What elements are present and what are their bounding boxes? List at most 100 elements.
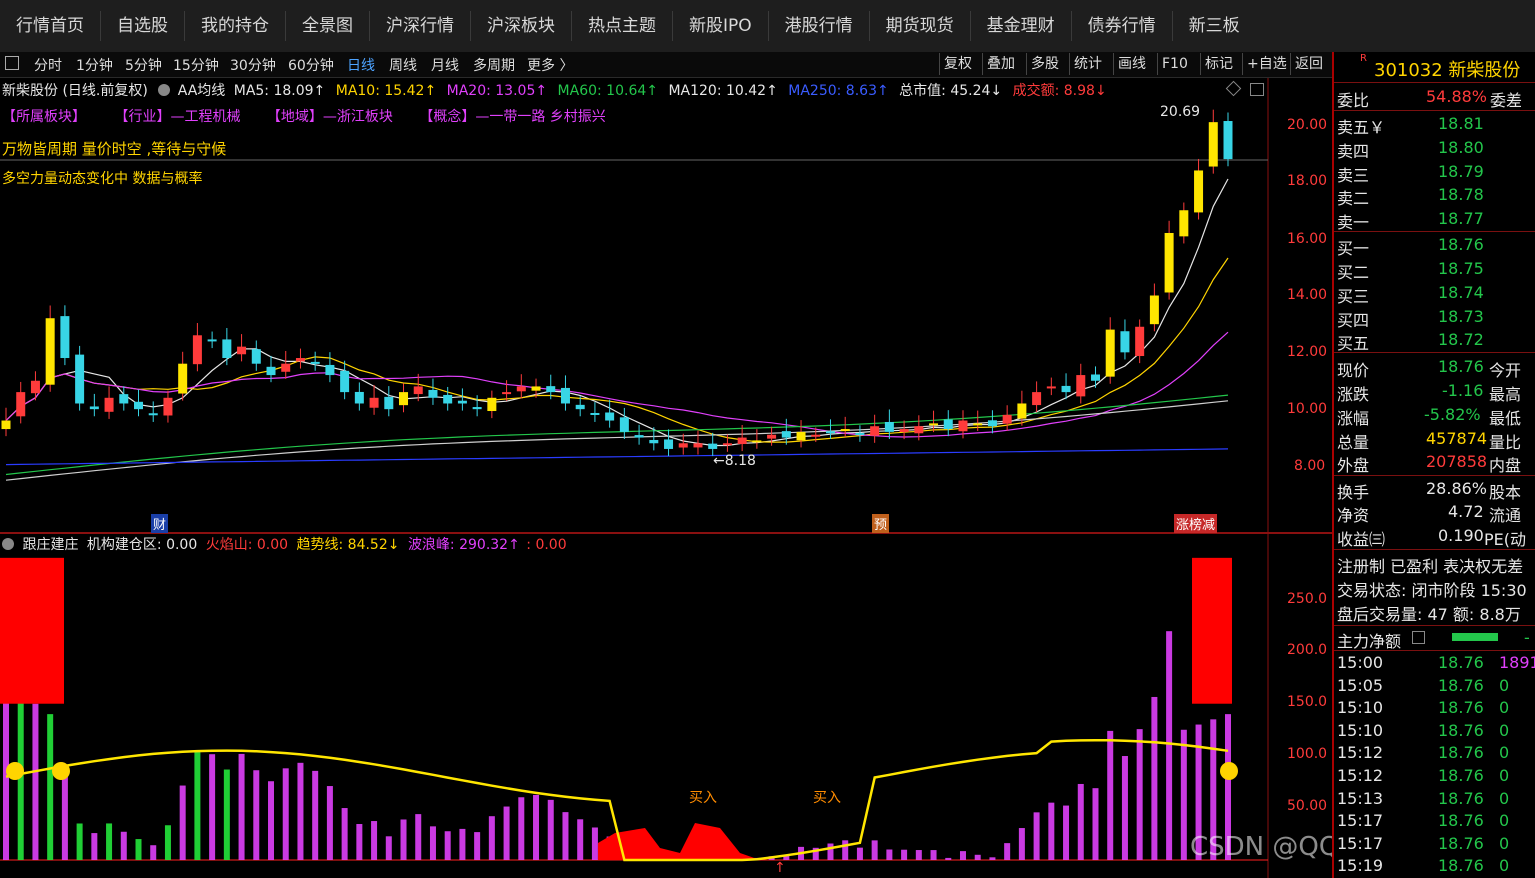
period-daily[interactable]: 日线 (347, 55, 375, 75)
kline-chart[interactable] (0, 78, 1332, 878)
period-1min[interactable]: 1分钟 (76, 55, 113, 75)
tick-time: 15:12 (1337, 766, 1384, 785)
candle-body (1149, 295, 1159, 325)
period-30min[interactable]: 30分钟 (230, 55, 276, 75)
stat-label: 总量 (1337, 433, 1370, 452)
ranking-marker[interactable]: 涨榜减 (1174, 514, 1218, 533)
weibi-label: 委比 (1337, 91, 1370, 110)
draw-button[interactable]: 画线 (1113, 53, 1150, 75)
candle-body (251, 349, 261, 364)
nav-ipo[interactable]: 新股IPO (673, 11, 769, 41)
stock-title[interactable]: 301032 新柴股份 (1374, 56, 1520, 82)
indicator-bar (1033, 812, 1040, 860)
buy-signal-2: 买入 (813, 790, 841, 806)
stat-value: 28.86% (1426, 479, 1488, 498)
indicator-bar (474, 832, 481, 860)
tick-volume: 0 (1499, 811, 1510, 831)
indicator-bar (312, 770, 319, 860)
period-15min[interactable]: 15分钟 (173, 55, 219, 75)
stat-value: 18.76 (1438, 357, 1484, 376)
back-button[interactable]: 返回 (1290, 53, 1327, 75)
stat-label-2: PE(动 (1484, 530, 1527, 549)
period-monthly[interactable]: 月线 (431, 55, 459, 75)
candle-body (929, 423, 939, 426)
indicator-bar (429, 826, 436, 860)
candle-body (148, 413, 158, 416)
indicator-settings-icon[interactable] (2, 538, 14, 550)
period-multi[interactable]: 多周期 (473, 55, 515, 75)
nav-hk[interactable]: 港股行情 (769, 11, 870, 41)
indicator-bar (886, 849, 893, 860)
candle-body (1090, 374, 1100, 381)
period-more[interactable]: 更多 〉 (527, 55, 573, 75)
quote-panel: R 301032 新柴股份 委比 54.88% 委差 卖五￥ 18.81 卖四 18… (1332, 52, 1535, 878)
indicator-bar (1092, 788, 1099, 860)
add-watch-button[interactable]: +自选 (1242, 53, 1291, 75)
main-net-label[interactable]: 主力净额 (1337, 628, 1401, 652)
stat-value: 207858 (1426, 452, 1488, 471)
nav-watchlist[interactable]: 自选股 (101, 11, 185, 41)
candle-body (163, 397, 173, 416)
tick-time: 15:00 (1337, 653, 1384, 672)
overlay-button[interactable]: 叠加 (982, 53, 1019, 75)
indicator-bar (930, 850, 937, 860)
stat-label-2: 股本 (1489, 483, 1522, 502)
mark-button[interactable]: 标记 (1200, 53, 1237, 75)
period-weekly[interactable]: 周线 (389, 55, 417, 75)
sidebar-toggle-icon[interactable] (5, 56, 19, 70)
candle-body (781, 431, 791, 438)
nav-bonds[interactable]: 债券行情 (1072, 11, 1173, 41)
buy-price: 18.76 (1438, 235, 1484, 254)
period-5min[interactable]: 5分钟 (125, 55, 162, 75)
info-line-1: 注册制 已盈利 表决权无差 (1337, 557, 1524, 576)
candle-body (590, 412, 600, 415)
stat-value: -5.82% (1424, 405, 1481, 424)
stats-button[interactable]: 统计 (1069, 53, 1106, 75)
nav-funds[interactable]: 基金理财 (971, 11, 1072, 41)
stat-label: 外盘 (1337, 456, 1370, 475)
candle-body (516, 386, 526, 392)
stat-label-2: 最高 (1489, 385, 1522, 404)
candle-body (649, 439, 659, 444)
nav-hot-topics[interactable]: 热点主题 (572, 11, 673, 41)
candle-body (987, 420, 997, 427)
list-icon[interactable] (1412, 631, 1425, 644)
forecast-marker[interactable]: 预 (872, 514, 890, 533)
candle-body (1164, 232, 1174, 293)
nav-sectors[interactable]: 沪深板块 (471, 11, 572, 41)
nav-a-share[interactable]: 沪深行情 (370, 11, 471, 41)
candle-body (1076, 375, 1086, 397)
nav-holdings[interactable]: 我的持仓 (185, 11, 286, 41)
candle-body (870, 426, 880, 436)
candle-body (619, 417, 629, 432)
indicator-name[interactable]: 跟庄建庄 (22, 537, 78, 553)
indicator-tail: : 0.00 (526, 537, 567, 553)
f10-button[interactable]: F10 (1157, 53, 1192, 75)
finance-marker[interactable]: 财 (151, 514, 169, 533)
candle-body (207, 339, 217, 342)
sell-price: 18.77 (1438, 209, 1484, 228)
sell-label: 卖一 (1337, 213, 1370, 232)
indicator-bar (945, 857, 952, 860)
period-intraday[interactable]: 分时 (34, 55, 62, 75)
indicator-blf: 波浪峰: 290.32↑ (407, 537, 520, 553)
nav-home[interactable]: 行情首页 (0, 11, 101, 41)
multi-stock-button[interactable]: 多股 (1026, 53, 1063, 75)
tick-time: 15:05 (1337, 675, 1384, 695)
period-60min[interactable]: 60分钟 (288, 55, 334, 75)
weibi-value: 54.88% (1426, 87, 1488, 106)
candle-body (1194, 170, 1204, 213)
indicator-bar (400, 819, 407, 860)
candle-body (560, 387, 570, 404)
tick-time: 15:10 (1337, 698, 1384, 718)
indicator-bar (61, 770, 68, 860)
candle-body (340, 370, 350, 393)
candle-body (884, 421, 894, 432)
smiley-icon (6, 762, 24, 780)
nav-futures[interactable]: 期货现货 (870, 11, 971, 41)
adjust-button[interactable]: 复权 (939, 53, 976, 75)
nav-panorama[interactable]: 全景图 (286, 11, 370, 41)
candle-body (1061, 385, 1071, 393)
indicator-bar (120, 831, 127, 860)
nav-neeq[interactable]: 新三板 (1173, 11, 1256, 41)
